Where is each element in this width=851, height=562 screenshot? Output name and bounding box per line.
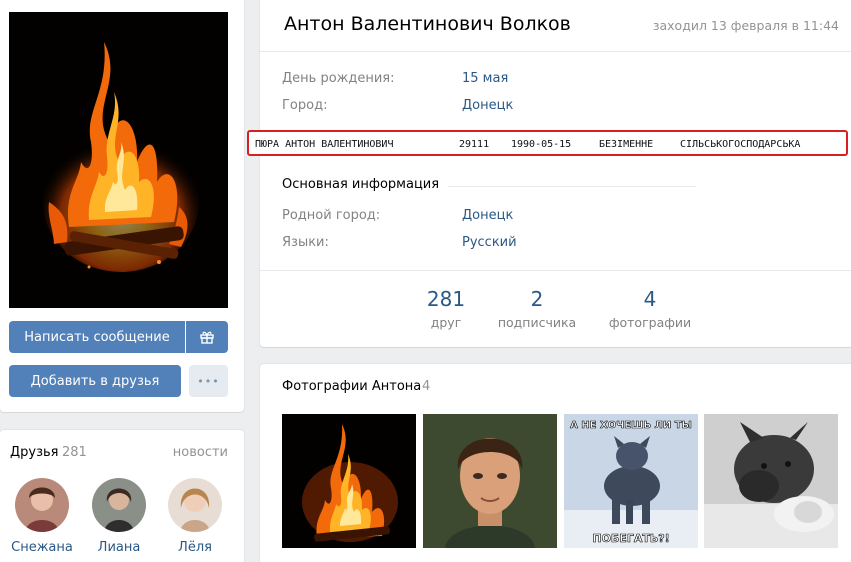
photo-thumbnail[interactable]	[704, 414, 838, 548]
stat-followers-label: подписчика	[497, 315, 577, 330]
meme-bottom-text: ПОБЕГАТЬ?!	[592, 532, 669, 545]
friend-name: Лиана	[97, 540, 141, 555]
languages-label: Языки:	[282, 235, 329, 250]
add-friend-button[interactable]: Добавить в друзья	[9, 365, 181, 397]
send-gift-button[interactable]	[186, 321, 228, 353]
friend-item[interactable]: Снежана	[10, 478, 74, 555]
divider	[260, 270, 851, 271]
city-label: Город:	[282, 98, 328, 113]
birthday-value[interactable]: 15 мая	[462, 71, 508, 86]
record-category: СІЛЬСЬКОГОСПОДАРСЬКА	[680, 139, 801, 150]
divider	[448, 186, 696, 187]
photo-thumbnail[interactable]	[282, 414, 416, 548]
highlighted-record-strip: ПЮРА АНТОН ВАЛЕНТИНОВИЧ 29111 1990-05-15…	[247, 130, 848, 156]
profile-avatar-photo[interactable]	[9, 12, 228, 308]
hometown-value[interactable]: Донецк	[462, 208, 513, 223]
friends-news-link[interactable]: новости	[173, 445, 228, 460]
friend-name: Снежана	[11, 540, 73, 555]
more-actions-button[interactable]: •••	[189, 365, 228, 397]
photos-title[interactable]: Фотографии Антона	[282, 379, 421, 394]
record-code: 29111	[459, 139, 490, 150]
last-seen-status: заходил 13 февраля в 11:44	[652, 18, 839, 33]
stat-followers[interactable]: 2 подписчика	[492, 285, 582, 330]
record-date: 1990-05-15	[511, 139, 572, 150]
more-dots-icon: •••	[197, 374, 220, 388]
stat-friends[interactable]: 281 друг	[416, 285, 476, 330]
divider	[260, 51, 851, 52]
bonfire-image	[9, 12, 228, 308]
friends-block: Друзья 281 новости Снежана Лиана Лёля	[0, 430, 244, 562]
record-place: БЕЗІМЕННЕ	[599, 139, 654, 150]
basic-info-title[interactable]: Основная информация	[282, 177, 439, 192]
gift-icon	[200, 331, 214, 344]
stat-friends-label: друг	[430, 315, 462, 330]
hometown-label: Родной город:	[282, 208, 381, 223]
stat-photos-value: 4	[643, 287, 657, 311]
send-message-button[interactable]: Написать сообщение	[9, 321, 185, 353]
meme-top-text: А НЕ ХОЧЕШЬ ЛИ ТЫ	[570, 420, 692, 431]
profile-avatar-card: Написать сообщение Добавить в друзья •••	[0, 0, 244, 412]
stat-friends-value: 281	[426, 287, 466, 311]
stat-photos-label: фотографии	[608, 315, 692, 330]
friend-name: Лёля	[178, 540, 212, 555]
friend-item[interactable]: Лёля	[163, 478, 227, 555]
friend-item[interactable]: Лиана	[87, 478, 151, 555]
meme-photo-thumbnail[interactable]: А НЕ ХОЧЕШЬ ЛИ ТЫ ПОБЕГАТЬ?!	[564, 414, 698, 548]
profile-info-card: Антон Валентинович Волков заходил 13 фев…	[260, 0, 851, 347]
page-title: Антон Валентинович Волков	[284, 13, 571, 35]
photos-block: Фотографии Антона 4 А НЕ ХОЧЕШЬ ЛИ ТЫ ПО…	[260, 364, 851, 562]
avatar	[92, 478, 146, 532]
photos-count: 4	[422, 379, 431, 394]
birthday-label: День рождения:	[282, 71, 395, 86]
avatar	[168, 478, 222, 532]
friends-title[interactable]: Друзья	[10, 445, 59, 460]
stat-followers-value: 2	[530, 287, 544, 311]
stat-photos[interactable]: 4 фотографии	[605, 285, 695, 330]
friends-count: 281	[62, 445, 87, 460]
languages-value[interactable]: Русский	[462, 235, 517, 250]
photo-thumbnail[interactable]	[423, 414, 557, 548]
avatar	[15, 478, 69, 532]
record-full-name: ПЮРА АНТОН ВАЛЕНТИНОВИЧ	[255, 139, 394, 150]
city-value[interactable]: Донецк	[462, 98, 513, 113]
add-friend-label: Добавить в друзья	[30, 373, 160, 389]
send-message-label: Написать сообщение	[24, 329, 170, 345]
